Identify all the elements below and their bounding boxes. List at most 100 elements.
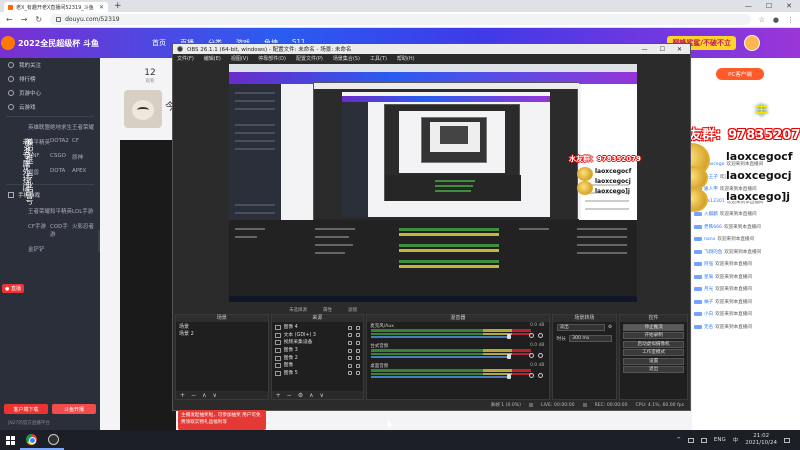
mobile-game-link[interactable]: COD手游 xyxy=(50,222,72,238)
filters-button[interactable]: 滤镜 xyxy=(348,307,357,313)
chat-username[interactable]: nanx xyxy=(704,237,715,242)
douyu-logo[interactable]: 2022全民超级杯 斗鱼 xyxy=(0,28,100,58)
visibility-eye-icon[interactable] xyxy=(348,348,353,353)
game-link[interactable]: CSGO xyxy=(50,153,72,161)
lottery-notice-popup[interactable]: 主播发起抽奖啦，可参加抽奖 用户可免费领取实物礼品福利等 xyxy=(178,410,266,430)
tab-close-icon[interactable]: ✕ xyxy=(99,4,104,11)
game-link[interactable]: DOTA2 xyxy=(50,138,72,146)
visibility-eye-icon[interactable] xyxy=(348,356,353,361)
volume-slider[interactable] xyxy=(371,356,512,358)
stop-streaming-button[interactable]: 停止推流 xyxy=(623,323,684,331)
volume-icon[interactable] xyxy=(700,437,707,443)
back-arrow-icon[interactable]: ← xyxy=(6,15,13,24)
reload-icon[interactable]: ↻ xyxy=(35,15,42,24)
taskbar-obs[interactable] xyxy=(42,430,64,450)
sidebar-item-webgame[interactable]: 页游中心 xyxy=(0,86,100,100)
game-link[interactable]: 英雄联盟 xyxy=(28,123,50,131)
lock-icon[interactable] xyxy=(356,356,361,361)
lock-icon[interactable] xyxy=(356,333,361,338)
sidebar-item-cloudgame[interactable]: 云游戏 xyxy=(0,100,100,114)
menu-view[interactable]: 视图(V) xyxy=(231,55,248,62)
minimize-button[interactable]: — xyxy=(745,2,752,10)
mobile-game-link[interactable]: LOL手游 xyxy=(72,207,94,215)
visibility-eye-icon[interactable] xyxy=(348,333,353,338)
menu-file[interactable]: 文件(F) xyxy=(177,55,194,62)
game-link[interactable]: 王者荣耀 xyxy=(72,123,94,131)
gear-icon[interactable] xyxy=(537,373,543,378)
speaker-icon[interactable] xyxy=(528,333,534,338)
speaker-icon[interactable] xyxy=(528,373,534,378)
lock-icon[interactable] xyxy=(356,348,361,353)
lock-icon[interactable] xyxy=(356,340,361,345)
user-avatar[interactable] xyxy=(744,35,760,51)
source-item[interactable]: 图像 2 xyxy=(274,354,361,362)
tray-expand-icon[interactable]: ^ xyxy=(676,437,681,443)
transition-type-select[interactable]: 淡出 xyxy=(556,324,605,331)
transition-gear-icon[interactable]: ⚙ xyxy=(608,325,612,330)
start-button[interactable] xyxy=(0,430,20,450)
visibility-eye-icon[interactable] xyxy=(348,363,353,368)
visibility-eye-icon[interactable] xyxy=(348,325,353,330)
volume-slider-knob[interactable] xyxy=(507,374,512,379)
visibility-eye-icon[interactable] xyxy=(348,340,353,345)
duration-input[interactable]: 300 ms xyxy=(569,335,613,342)
new-tab-button[interactable]: + xyxy=(114,1,122,11)
menu-kebab-icon[interactable]: ⋮ xyxy=(787,16,794,24)
source-item[interactable]: 图像 4 xyxy=(274,324,361,332)
gear-icon[interactable] xyxy=(537,353,543,358)
move-down-button[interactable]: ∨ xyxy=(319,392,323,399)
mobile-game-link[interactable]: 王者荣耀 xyxy=(28,207,50,215)
menu-scene-collection[interactable]: 场景集合(S) xyxy=(333,55,360,62)
source-item[interactable]: 视频采集设备 xyxy=(274,339,361,347)
profile-icon[interactable]: ● xyxy=(773,16,779,24)
forward-arrow-icon[interactable]: → xyxy=(21,15,28,24)
chat-username[interactable]: 星辰 xyxy=(704,274,713,280)
visibility-eye-icon[interactable] xyxy=(348,371,353,376)
start-virtual-camera-button[interactable]: 启动虚拟摄像机 xyxy=(623,340,684,348)
volume-slider[interactable] xyxy=(371,336,512,338)
studio-mode-button[interactable]: 工作室模式 xyxy=(623,349,684,356)
source-item[interactable]: 图像 xyxy=(274,362,361,370)
bookmark-star-icon[interactable]: ☆ xyxy=(759,16,765,24)
game-link[interactable]: CF xyxy=(72,138,94,146)
scene-item[interactable]: 场景 2 xyxy=(179,331,265,338)
taskbar-chrome[interactable] xyxy=(20,430,42,450)
chat-username[interactable]: 柚子 xyxy=(704,299,713,305)
game-link[interactable]: 原神 xyxy=(72,153,94,161)
menu-edit[interactable]: 编辑(E) xyxy=(204,55,221,62)
mobile-game-link[interactable]: 火影忍者 xyxy=(72,222,94,238)
start-stream-button[interactable]: 斗鱼开播 xyxy=(52,404,96,414)
taskbar-clock[interactable]: 21:02 2021/10/24 xyxy=(745,433,777,447)
source-item[interactable]: 图像 3 xyxy=(274,347,361,355)
mobile-game-link[interactable]: 和平精英 xyxy=(50,207,72,215)
start-recording-button[interactable]: 开始录制 xyxy=(623,332,684,339)
menu-help[interactable]: 帮助(H) xyxy=(397,55,415,62)
obs-close-button[interactable]: ✕ xyxy=(677,46,682,53)
remove-source-button[interactable]: − xyxy=(287,392,292,399)
volume-slider-knob[interactable] xyxy=(507,334,512,339)
browser-tab[interactable]: 老X_有趣开老X直播间52319_斗鱼 ✕ xyxy=(4,2,108,12)
language-indicator[interactable]: ENG xyxy=(714,437,726,443)
speaker-icon[interactable] xyxy=(528,353,534,358)
mobile-game-link[interactable]: CF手游 xyxy=(28,222,50,238)
source-item[interactable]: 文本 (GDI+) 3 xyxy=(274,332,361,340)
move-down-button[interactable]: ∨ xyxy=(212,392,216,399)
game-link[interactable]: DOTA xyxy=(50,168,72,176)
sidebar-item-rank[interactable]: 排行榜 xyxy=(0,72,100,86)
source-item[interactable]: 图像 5 xyxy=(274,370,361,378)
scene-item[interactable]: 场景 xyxy=(179,324,265,331)
move-up-button[interactable]: ∧ xyxy=(202,392,206,399)
obs-minimize-button[interactable]: — xyxy=(642,46,648,53)
menu-docks[interactable]: 停靠部件(D) xyxy=(258,55,286,62)
chat-username[interactable]: 老铁666 xyxy=(704,224,722,230)
url-field[interactable]: douyu.com/52319 xyxy=(50,14,751,25)
volume-slider-knob[interactable] xyxy=(507,354,512,359)
exit-button[interactable]: 退出 xyxy=(623,366,684,373)
ime-indicator[interactable]: 中 xyxy=(733,436,739,444)
remove-scene-button[interactable]: − xyxy=(191,392,196,399)
menu-profile[interactable]: 配置文件(P) xyxy=(296,55,323,62)
game-link[interactable]: 绝地求生 xyxy=(50,123,72,131)
close-button[interactable]: ✕ xyxy=(786,2,792,10)
lock-icon[interactable] xyxy=(356,325,361,330)
chat-username[interactable]: 飞翔的鱼 xyxy=(704,249,722,255)
